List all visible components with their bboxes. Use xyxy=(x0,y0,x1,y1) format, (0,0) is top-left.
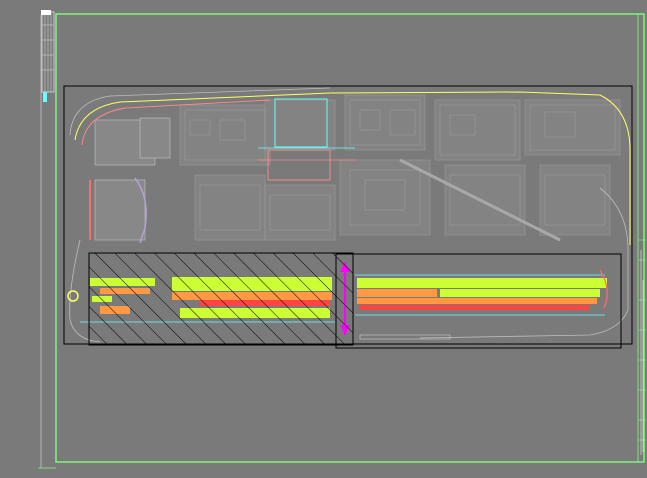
left-building-cluster xyxy=(89,117,171,244)
title-block-strip xyxy=(637,14,646,462)
hatched-zone[interactable] xyxy=(88,252,354,346)
cad-drawing-canvas[interactable] xyxy=(0,0,647,478)
sheet-frame xyxy=(38,13,645,469)
left-index-bar xyxy=(40,10,55,468)
building-blocks xyxy=(179,94,621,241)
